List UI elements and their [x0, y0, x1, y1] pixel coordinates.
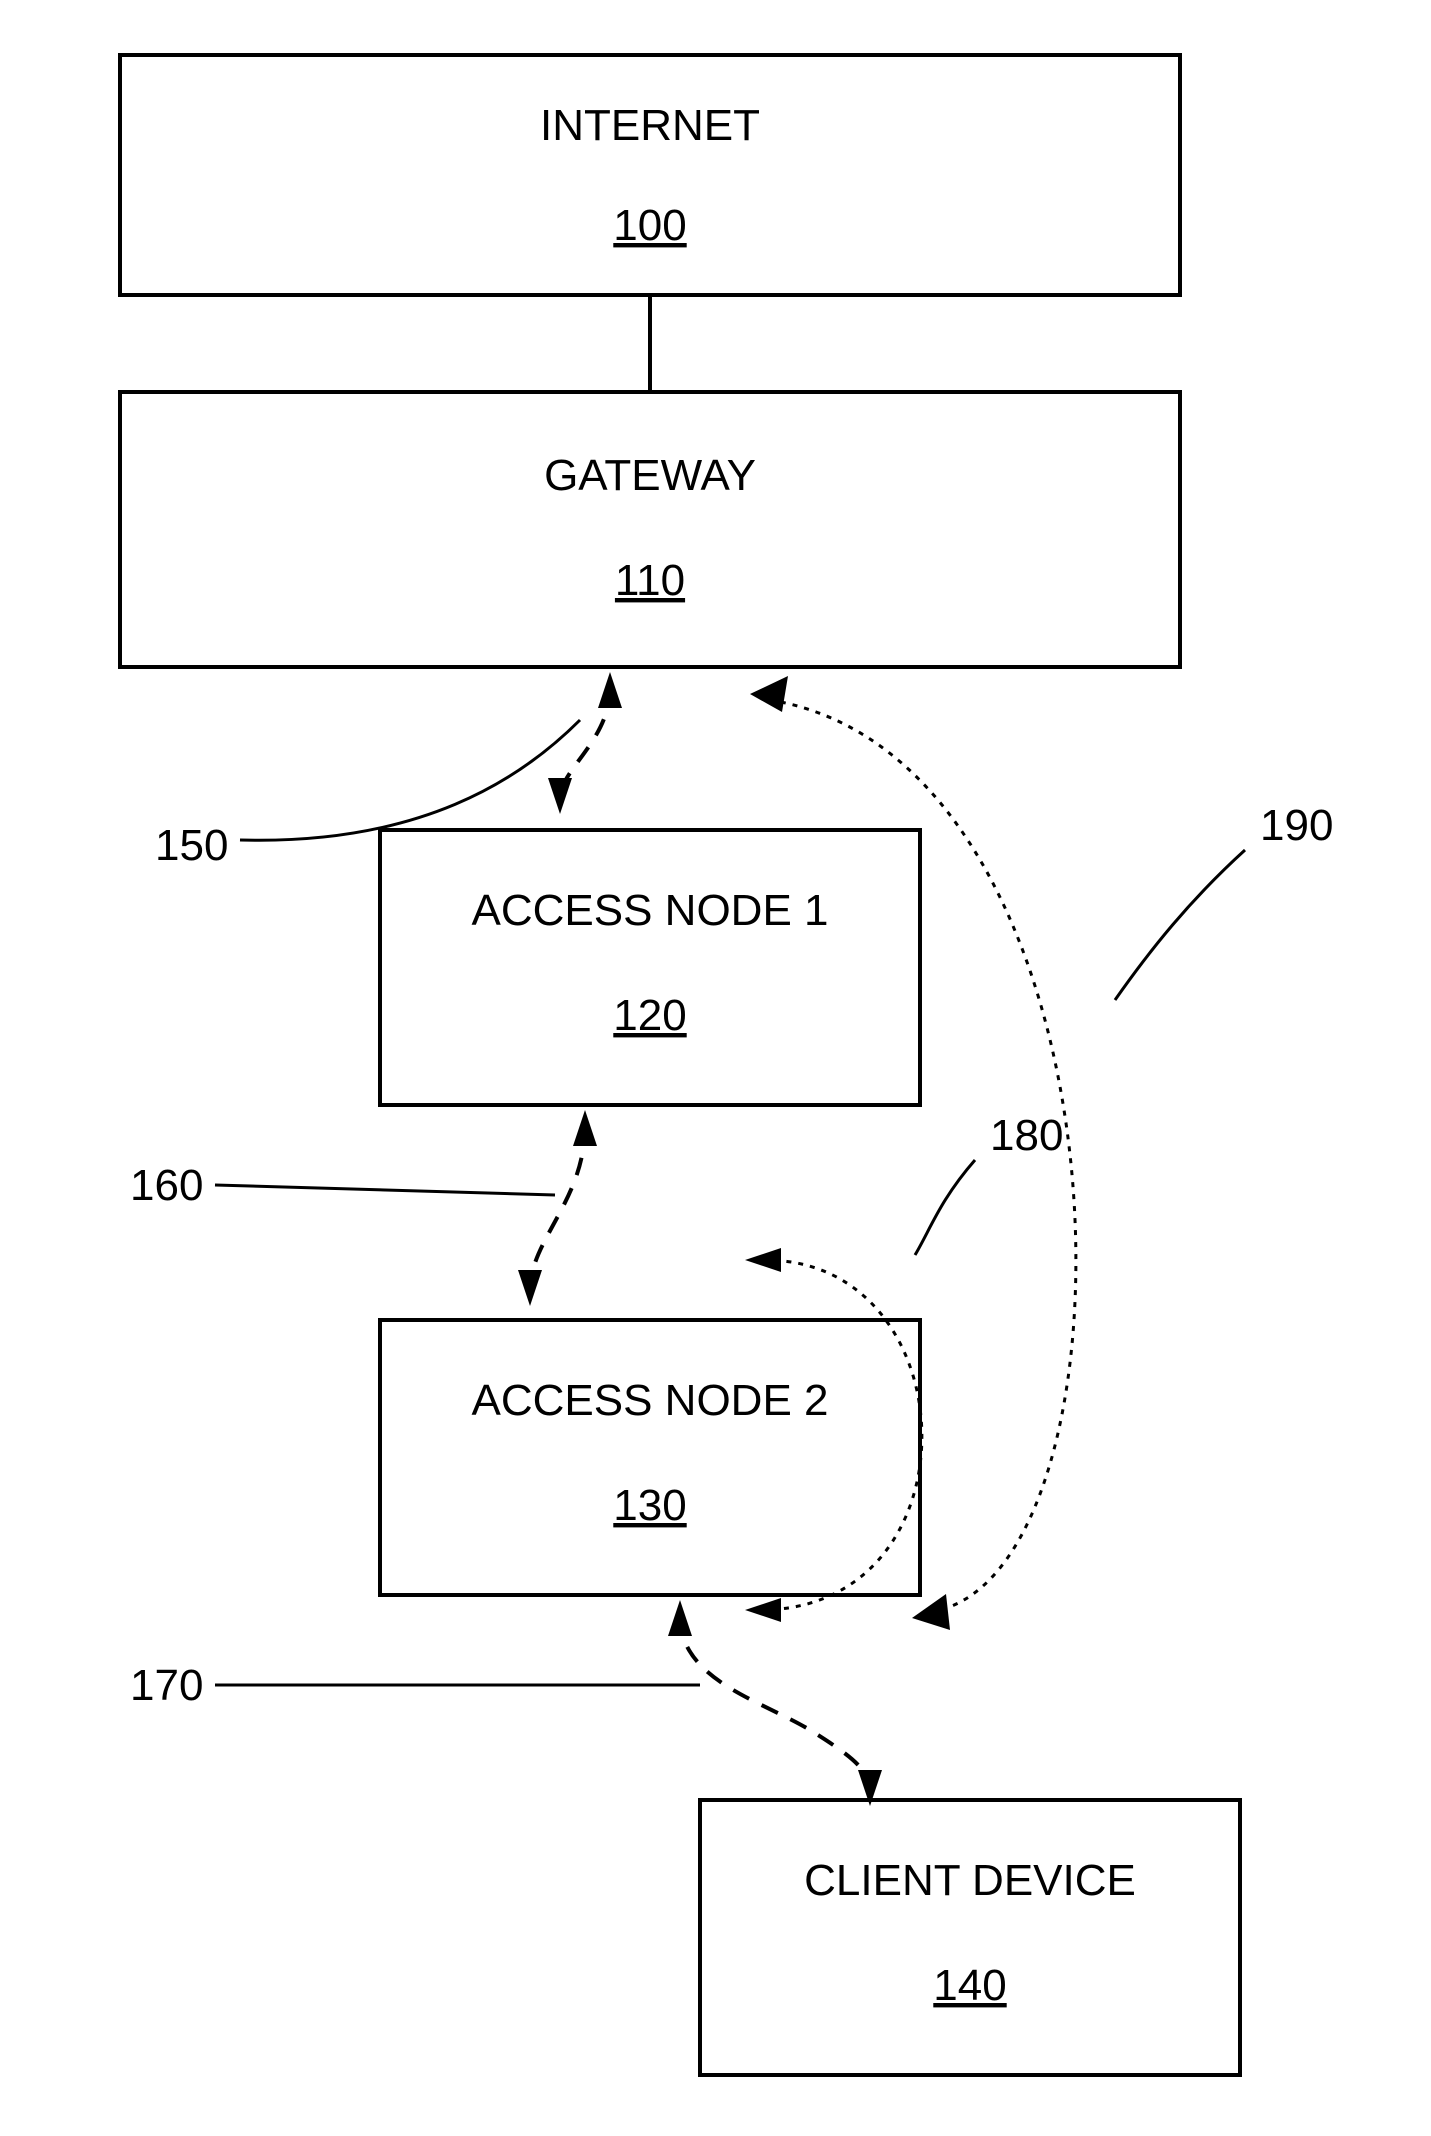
node-internet-title: INTERNET	[540, 101, 760, 150]
callout-170: 170	[130, 1661, 700, 1710]
node-gateway-ref: 110	[615, 556, 685, 605]
svg-text:160: 160	[130, 1161, 203, 1210]
svg-text:150: 150	[155, 821, 228, 870]
edge-170	[668, 1600, 882, 1806]
node-an1-ref: 120	[613, 991, 686, 1040]
node-an2-title: ACCESS NODE 2	[472, 1376, 829, 1425]
node-access-node-2: ACCESS NODE 2 130	[380, 1320, 920, 1595]
node-internet: INTERNET 100	[120, 55, 1180, 295]
svg-text:180: 180	[990, 1111, 1063, 1160]
edge-160	[518, 1110, 597, 1306]
callout-160: 160	[130, 1161, 555, 1210]
svg-text:170: 170	[130, 1661, 203, 1710]
node-gateway-title: GATEWAY	[544, 451, 756, 500]
node-gateway: GATEWAY 110	[120, 392, 1180, 667]
node-internet-ref: 100	[613, 201, 686, 250]
node-access-node-1: ACCESS NODE 1 120	[380, 830, 920, 1105]
network-diagram: INTERNET 100 GATEWAY 110 ACCESS NODE 1 1…	[0, 0, 1431, 2136]
callout-190: 190	[1115, 801, 1333, 1000]
svg-text:190: 190	[1260, 801, 1333, 850]
callout-180: 180	[915, 1111, 1063, 1255]
node-an2-ref: 130	[613, 1481, 686, 1530]
edge-150	[548, 672, 622, 814]
node-client-device: CLIENT DEVICE 140	[700, 1800, 1240, 2075]
node-an1-title: ACCESS NODE 1	[472, 886, 829, 935]
node-client-ref: 140	[933, 1961, 1006, 2010]
node-client-title: CLIENT DEVICE	[804, 1856, 1136, 1905]
